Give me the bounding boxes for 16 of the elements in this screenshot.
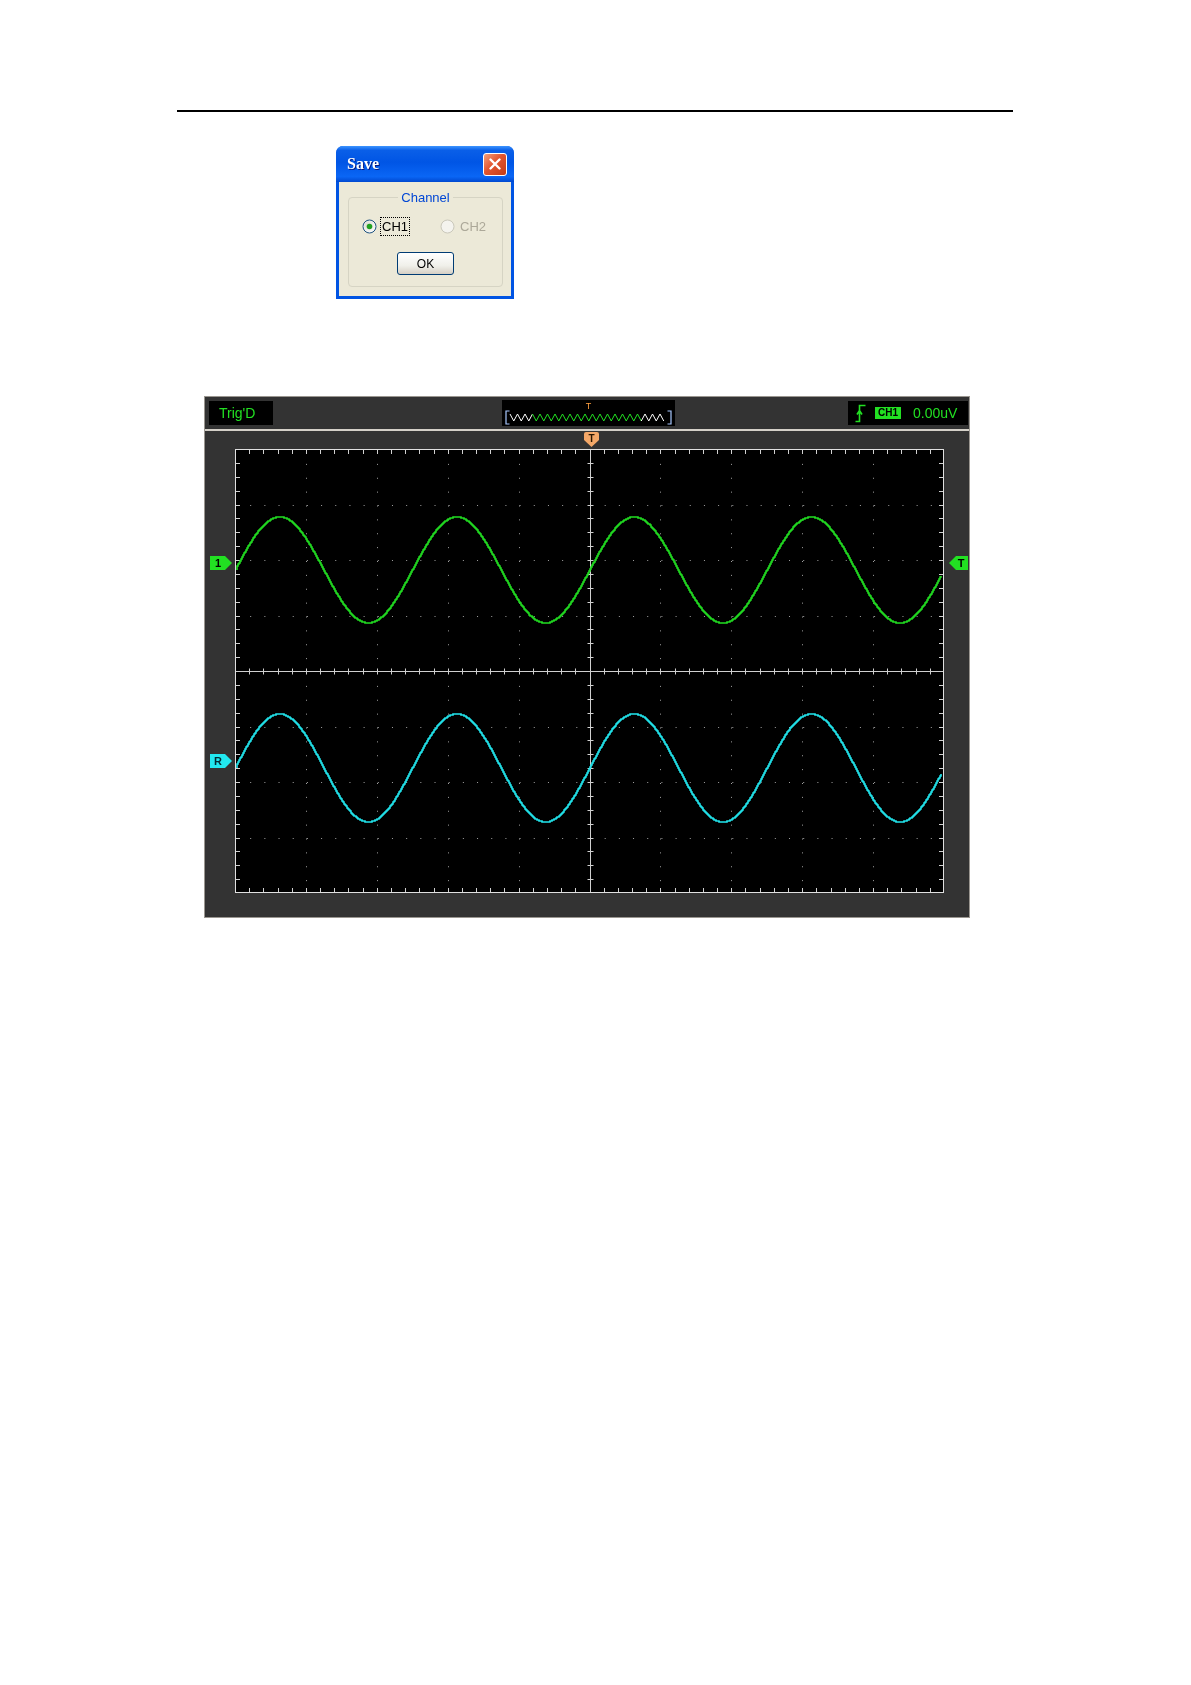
- channel-badge: CH1: [875, 407, 901, 419]
- reference-marker[interactable]: R: [210, 754, 232, 768]
- radio-label[interactable]: CH1: [380, 217, 410, 236]
- trigger-level-reading: 0.00uV: [913, 405, 958, 421]
- group-label: Channel: [398, 190, 453, 205]
- close-button[interactable]: [483, 152, 507, 176]
- trigger-status: Trig'D: [209, 401, 273, 425]
- trigger-level-marker[interactable]: T: [949, 556, 968, 570]
- dialog-title: Save: [347, 155, 379, 173]
- trigger-position-marker[interactable]: T: [584, 432, 599, 447]
- overview-trigger-label: T: [585, 402, 592, 410]
- channel-marker[interactable]: 1: [210, 556, 232, 570]
- radio-button[interactable]: [362, 219, 377, 234]
- ok-button[interactable]: OK: [397, 252, 454, 275]
- rising-edge-icon: [855, 403, 866, 423]
- close-icon: [489, 158, 501, 170]
